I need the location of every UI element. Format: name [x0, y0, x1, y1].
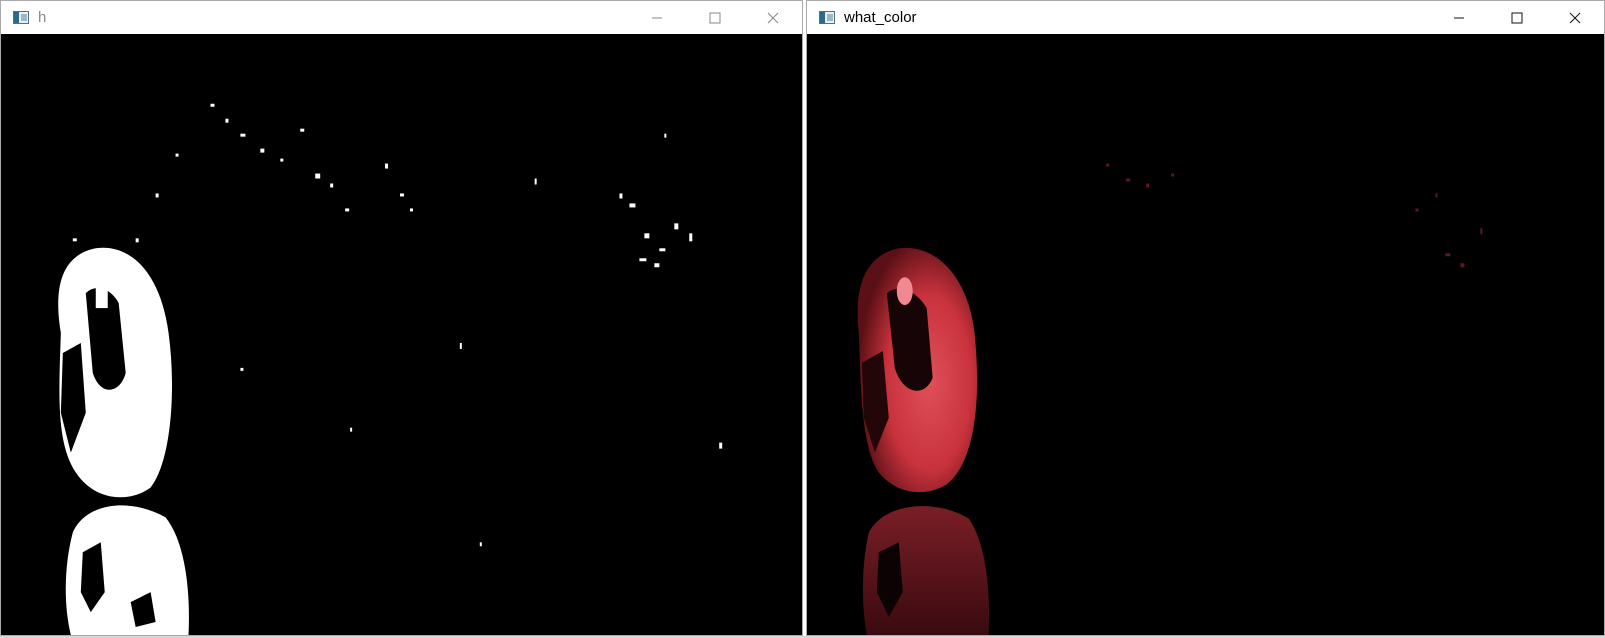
- titlebar-h[interactable]: h: [1, 1, 802, 34]
- titlebar-what-color[interactable]: what_color: [807, 1, 1604, 34]
- maximize-button[interactable]: [1488, 1, 1546, 34]
- maximize-icon: [1511, 12, 1523, 23]
- window-what-color[interactable]: what_color: [806, 0, 1605, 636]
- desktop: h what_color: [0, 0, 1605, 638]
- maximize-button[interactable]: [686, 1, 744, 34]
- app-window-icon: [819, 11, 835, 24]
- maximize-icon: [709, 12, 721, 23]
- minimize-button[interactable]: [1430, 1, 1488, 34]
- image-canvas-what-color: [807, 34, 1604, 635]
- close-button[interactable]: [1546, 1, 1604, 34]
- image-canvas-h: [1, 34, 802, 635]
- window-title-what-color: what_color: [844, 9, 917, 26]
- caption-buttons: [1430, 1, 1604, 34]
- minimize-icon: [652, 17, 662, 18]
- minimize-button[interactable]: [628, 1, 686, 34]
- mask-image: [1, 34, 802, 635]
- close-icon: [1569, 12, 1581, 23]
- caption-buttons: [628, 1, 802, 34]
- window-h[interactable]: h: [0, 0, 803, 636]
- close-button[interactable]: [744, 1, 802, 34]
- window-title-h: h: [38, 9, 47, 26]
- app-window-icon: [13, 11, 29, 24]
- masked-color-image: [807, 34, 1604, 635]
- close-icon: [767, 12, 779, 23]
- minimize-icon: [1454, 17, 1464, 18]
